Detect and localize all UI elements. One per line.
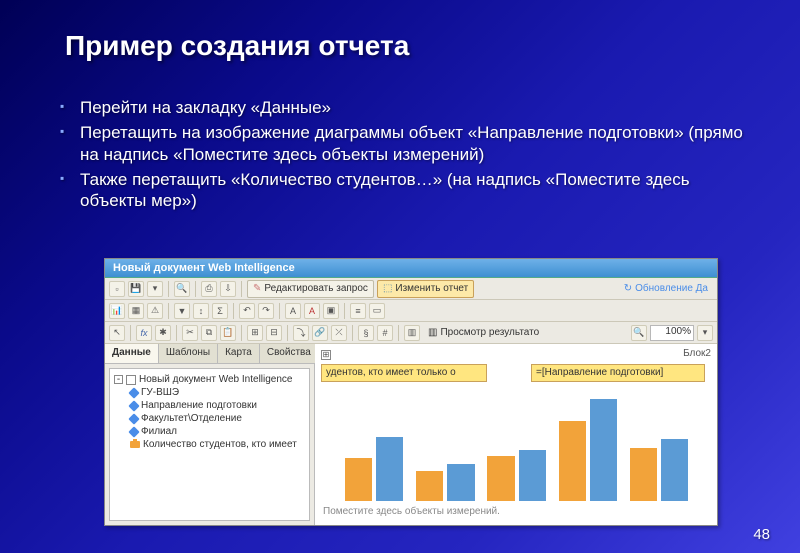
app-screenshot: Новый документ Web Intelligence ▫ 💾 ▾ 🔍 … (104, 258, 718, 526)
chart-bar (661, 439, 688, 501)
formula-chip-dimension[interactable]: =[Направление подготовки] (531, 364, 705, 382)
search-icon[interactable]: 🔍 (174, 281, 190, 297)
tree-item-dim[interactable]: Факультет\Отделение (112, 412, 307, 425)
tab-templates[interactable]: Шаблоны (159, 344, 218, 363)
block-label: Блок2 (683, 348, 711, 359)
side-panel: Данные Шаблоны Карта Свойства - Новый до… (105, 344, 315, 525)
slide-title: Пример создания отчета (0, 0, 800, 62)
chart-bar (519, 450, 546, 501)
chart-bar (590, 399, 617, 501)
document-icon (126, 375, 136, 385)
copy-icon[interactable]: ⧉ (201, 325, 217, 341)
chart-bar (345, 458, 372, 501)
group-icon[interactable]: ⊞ (247, 325, 263, 341)
print-icon[interactable]: ⎙ (201, 281, 217, 297)
break-icon[interactable]: ⤫ (331, 325, 347, 341)
chart-bar (376, 437, 403, 501)
rank-icon[interactable]: # (377, 325, 393, 341)
align-icon[interactable]: ≡ (350, 303, 366, 319)
side-tabs: Данные Шаблоны Карта Свойства (105, 344, 314, 364)
toolbar-edit: ↖ fx ✱ ✂ ⧉ 📋 ⊞ ⊟ ⤵ 🔗 ⤫ § # ▥ ▥Просмотр р… (105, 322, 717, 344)
dropdown-icon[interactable]: ▾ (147, 281, 163, 297)
tree-item-dim[interactable]: ГУ-ВШЭ (112, 386, 307, 399)
tree-item-dim[interactable]: Филиал (112, 425, 307, 438)
chart-bar (559, 421, 586, 501)
bullet-item: Также перетащить «Количество студентов…»… (80, 169, 760, 212)
table-icon[interactable]: ▦ (128, 303, 144, 319)
fill-icon[interactable]: ▣ (323, 303, 339, 319)
var-icon[interactable]: ✱ (155, 325, 171, 341)
tree-root[interactable]: - Новый документ Web Intelligence (112, 373, 307, 386)
chart-bar (447, 464, 474, 501)
zoom-dropdown-icon[interactable]: ▾ (697, 325, 713, 341)
report-canvas[interactable]: ⊞ Блок2 удентов, кто имеет только о =[На… (315, 344, 717, 525)
save-icon[interactable]: 💾 (128, 281, 144, 297)
zoom-input[interactable]: 100% (650, 325, 694, 341)
toolbar-format: 📊 ▦ ⚠ ▼ ↕ Σ ↶ ↷ A A ▣ ≡ ▭ (105, 300, 717, 322)
tab-map[interactable]: Карта (218, 344, 260, 363)
refresh-button[interactable]: ↻Обновление Да (619, 280, 713, 298)
tree-item-dim[interactable]: Направление подготовки (112, 399, 307, 412)
undo-icon[interactable]: ↶ (239, 303, 255, 319)
export-icon[interactable]: ⇩ (220, 281, 236, 297)
cursor-icon[interactable]: ↖ (109, 325, 125, 341)
measure-icon (130, 441, 140, 448)
dimension-icon (128, 387, 139, 398)
new-icon[interactable]: ▫ (109, 281, 125, 297)
zoom-out-icon[interactable]: 🔍 (631, 325, 647, 341)
link-icon[interactable]: 🔗 (312, 325, 328, 341)
bullet-item: Перейти на закладку «Данные» (80, 97, 760, 118)
font-icon[interactable]: A (285, 303, 301, 319)
minus-icon[interactable]: - (114, 375, 123, 384)
page-number: 48 (753, 526, 770, 543)
filter-icon[interactable]: ▼ (174, 303, 190, 319)
toolbar-main: ▫ 💾 ▾ 🔍 ⎙ ⇩ ✎Редактировать запрос ⬚Измен… (105, 278, 717, 300)
page-icon[interactable]: ▥ (404, 325, 420, 341)
data-tree: - Новый документ Web Intelligence ГУ-ВШЭ… (109, 368, 310, 521)
dimension-icon (128, 426, 139, 437)
sort-icon[interactable]: ↕ (193, 303, 209, 319)
edit-report-button[interactable]: ⬚Изменить отчет (377, 280, 474, 298)
edit-query-button[interactable]: ✎Редактировать запрос (247, 280, 374, 298)
dimension-icon (128, 400, 139, 411)
tab-properties[interactable]: Свойства (260, 344, 319, 363)
tab-data[interactable]: Данные (105, 344, 159, 363)
section-icon[interactable]: § (358, 325, 374, 341)
block-handle-icon[interactable]: ⊞ (321, 350, 331, 360)
merge-icon[interactable]: ▭ (369, 303, 385, 319)
bullet-list: Перейти на закладку «Данные» Перетащить … (0, 62, 800, 211)
chart-bar (487, 456, 514, 501)
drill-icon[interactable]: ⤵ (293, 325, 309, 341)
warning-icon[interactable]: ⚠ (147, 303, 163, 319)
tree-item-measure[interactable]: Количество студентов, кто имеет (112, 438, 307, 451)
redo-icon[interactable]: ↷ (258, 303, 274, 319)
chart-area (325, 394, 707, 501)
chart-bar (630, 448, 657, 502)
formula-chip-measure[interactable]: удентов, кто имеет только о (321, 364, 487, 382)
app-titlebar: Новый документ Web Intelligence (105, 259, 717, 278)
bullet-item: Перетащить на изображение диаграммы объе… (80, 122, 760, 165)
color-icon[interactable]: A (304, 303, 320, 319)
axis-hint-text: Поместите здесь объекты измерений. (323, 506, 500, 517)
chart-icon[interactable]: 📊 (109, 303, 125, 319)
dimension-icon (128, 413, 139, 424)
view-result-button[interactable]: ▥Просмотр результато (423, 324, 544, 342)
sum-icon[interactable]: Σ (212, 303, 228, 319)
paste-icon[interactable]: 📋 (220, 325, 236, 341)
ungroup-icon[interactable]: ⊟ (266, 325, 282, 341)
chart-bar (416, 471, 443, 501)
cut-icon[interactable]: ✂ (182, 325, 198, 341)
fx-icon[interactable]: fx (136, 325, 152, 341)
